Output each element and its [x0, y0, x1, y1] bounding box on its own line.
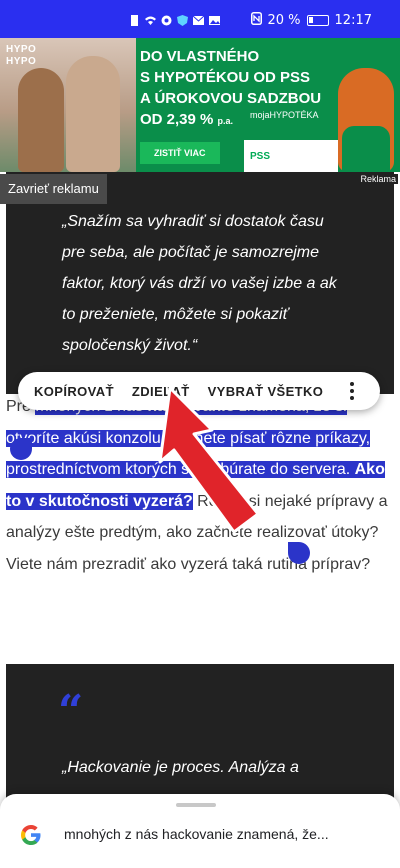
google-g-icon: [21, 825, 41, 845]
status-bar: 20 % 12:17: [0, 0, 400, 38]
ad-label: Reklama: [358, 174, 398, 184]
clock: 12:17: [334, 13, 372, 28]
ad-fox-mascot: [338, 68, 394, 172]
notification-icons: [128, 14, 221, 27]
search-query[interactable]: mnohých z nás hackovanie znamená, že...: [64, 826, 329, 842]
ad-person-man: [66, 56, 120, 172]
ad-banner[interactable]: HYPO HYPO DO VLASTNÉHO S HYPOTÉKOU OD PS…: [0, 38, 400, 172]
ad-product-label: mojaHYPOTÉKA: [250, 110, 319, 120]
quote-mark-icon: “: [58, 686, 84, 737]
status-right: 20 % 12:17: [250, 12, 372, 29]
sheet-drag-handle[interactable]: [176, 803, 216, 807]
ad-cta-button[interactable]: ZISTIŤ VIAC: [140, 142, 220, 164]
selection-start-handle[interactable]: [10, 438, 32, 460]
battery-percent: 20 %: [267, 13, 301, 28]
quote-text-2: „Hackovanie je proces. Analýza a: [62, 759, 299, 776]
photo-icon: [208, 14, 221, 27]
ad-logo: PSS: [250, 151, 271, 162]
battery-icon: [306, 15, 329, 26]
sim-icon: [128, 14, 141, 27]
settings-icon: [160, 14, 173, 27]
red-arrow-annotation: [158, 386, 260, 534]
more-vert-icon[interactable]: [350, 382, 354, 400]
ad-person-woman: [18, 68, 64, 172]
google-search-sheet[interactable]: mnohých z nás hackovanie znamená, že...: [0, 794, 400, 868]
close-ad-button[interactable]: Zavrieť reklamu: [0, 174, 107, 204]
nfc-icon: [250, 12, 262, 29]
selection-end-handle[interactable]: [288, 542, 310, 564]
quote-text: „Snažím sa vyhradiť si dostatok času pre…: [62, 213, 337, 354]
wifi-icon: [144, 14, 157, 27]
copy-button[interactable]: KOPÍROVAŤ: [34, 384, 114, 399]
shield-icon: [176, 14, 189, 27]
mail-icon: [192, 14, 205, 27]
ad-brand: HYPO HYPO: [6, 44, 37, 67]
